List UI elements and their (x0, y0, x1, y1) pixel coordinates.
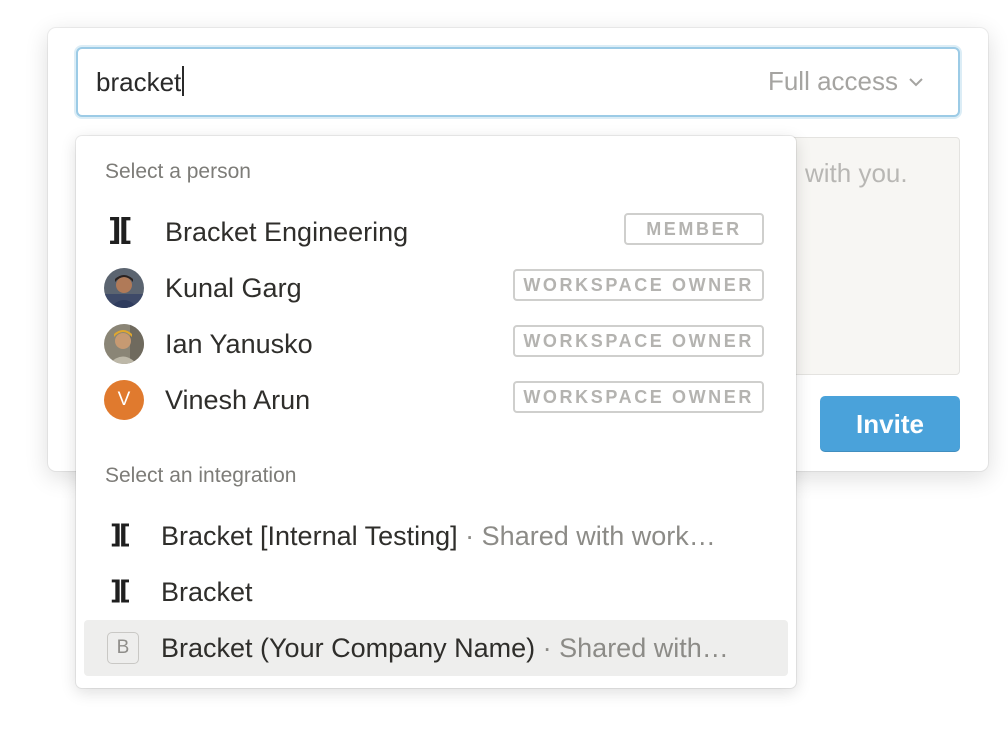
integration-name: Bracket (Your Company Name) (161, 633, 536, 663)
integration-name: Bracket (161, 577, 253, 607)
message-placeholder: with you. (805, 158, 908, 188)
section-label-people: Select a person (105, 160, 251, 183)
person-name: Ian Yanusko (165, 329, 313, 359)
bracket-logo-icon: ][ (110, 520, 131, 550)
role-badge: WORKSPACE OWNER (513, 269, 764, 301)
invite-search-field[interactable]: bracket Full access (76, 47, 960, 117)
avatar (104, 324, 144, 364)
bracket-logo-icon: ][ (108, 213, 132, 248)
avatar-initial: V (104, 380, 144, 420)
integration-item-bracket-your-company-name[interactable]: B Bracket (Your Company Name) · Shared w… (84, 620, 788, 676)
integration-label: Bracket [Internal Testing] · Shared with… (161, 521, 716, 552)
access-level-dropdown[interactable]: Full access (768, 66, 924, 97)
role-badge: MEMBER (624, 213, 764, 245)
person-item-vinesh-arun[interactable]: V Vinesh Arun WORKSPACE OWNER (84, 372, 788, 428)
role-badge: WORKSPACE OWNER (513, 381, 764, 413)
letter-b-icon: B (107, 632, 139, 664)
person-item-bracket-engineering[interactable]: ][ Bracket Engineering MEMBER (84, 204, 788, 260)
section-label-integrations: Select an integration (105, 464, 297, 487)
suggestions-dropdown: Select a person ][ Bracket Engineering M… (76, 136, 796, 688)
person-item-kunal-garg[interactable]: Kunal Garg WORKSPACE OWNER (84, 260, 788, 316)
text-caret (182, 66, 185, 96)
chevron-down-icon (909, 77, 923, 86)
bracket-logo-icon: ][ (110, 576, 131, 606)
integration-item-bracket-internal-testing[interactable]: ][ Bracket [Internal Testing] · Shared w… (84, 508, 788, 564)
integration-share-status: · Shared with… (535, 633, 729, 663)
integration-share-status: · Shared with work… (457, 521, 716, 551)
person-item-ian-yanusko[interactable]: Ian Yanusko WORKSPACE OWNER (84, 316, 788, 372)
role-badge: WORKSPACE OWNER (513, 325, 764, 357)
person-name: Kunal Garg (165, 273, 302, 303)
person-name: Bracket Engineering (165, 217, 409, 247)
access-level-label: Full access (767, 66, 898, 96)
avatar (104, 268, 144, 308)
person-name: Vinesh Arun (165, 385, 311, 415)
integration-label: Bracket (Your Company Name) · Shared wit… (161, 633, 729, 664)
integration-item-bracket[interactable]: ][ Bracket (84, 564, 788, 620)
integration-name: Bracket [Internal Testing] (161, 521, 458, 551)
invite-button[interactable]: Invite (820, 396, 960, 452)
search-input[interactable]: bracket (96, 66, 185, 98)
